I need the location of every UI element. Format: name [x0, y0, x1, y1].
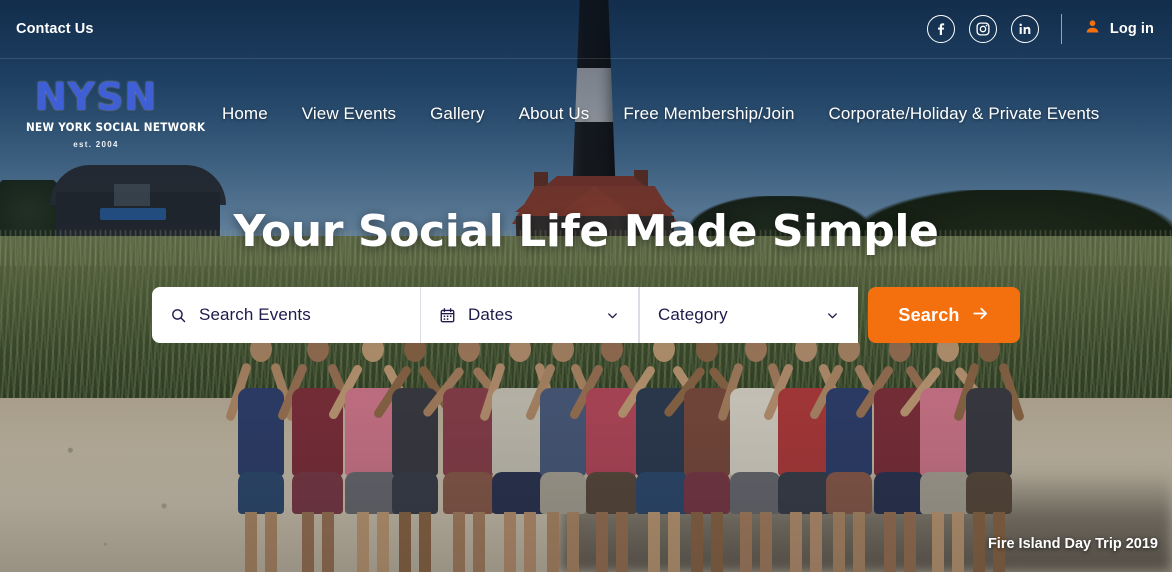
nav-item-corporate-holiday-private-events[interactable]: Corporate/Holiday & Private Events — [829, 104, 1100, 124]
arrow-right-icon — [971, 304, 990, 326]
top-bar-divider — [1060, 14, 1062, 44]
homepage-hero: Contact Us Log in NYSN NEW YORK SOCIAL N… — [0, 0, 1172, 572]
logo-established: est. 2004 — [73, 139, 119, 149]
linkedin-icon[interactable] — [1010, 15, 1039, 43]
calendar-icon — [439, 307, 456, 324]
nav-item-home[interactable]: Home — [222, 104, 268, 124]
dates-label: Dates — [468, 305, 513, 324]
logo-acronym: NYSN — [34, 75, 158, 120]
search-icon — [170, 307, 187, 324]
site-logo[interactable]: NYSN NEW YORK SOCIAL NETWORK est. 2004 — [26, 75, 206, 149]
contact-us-link[interactable]: Contact Us — [16, 21, 94, 37]
nav-item-view-events[interactable]: View Events — [302, 104, 396, 124]
category-label: Category — [658, 305, 728, 324]
instagram-icon[interactable] — [968, 15, 997, 43]
search-button[interactable]: Search — [868, 287, 1020, 343]
top-utility-bar: Contact Us Log in — [0, 0, 1172, 59]
logo-fullname: NEW YORK SOCIAL NETWORK — [26, 119, 206, 134]
user-icon — [1084, 18, 1101, 40]
chevron-down-icon — [605, 308, 620, 323]
search-input-placeholder: Search Events — [199, 305, 311, 324]
category-dropdown[interactable]: Category — [640, 287, 858, 343]
main-navigation-bar: NYSN NEW YORK SOCIAL NETWORK est. 2004 H… — [0, 59, 1172, 169]
nav-links: Home View Events Gallery About Us Free Membe… — [222, 104, 1099, 124]
login-button[interactable]: Log in — [1084, 18, 1154, 40]
login-label: Log in — [1109, 21, 1154, 37]
nav-item-about-us[interactable]: About Us — [519, 104, 590, 124]
search-button-label: Search — [898, 304, 960, 325]
facebook-icon[interactable] — [926, 15, 955, 43]
event-search-bar: Search Events Dates Category Search — [152, 287, 1020, 343]
chevron-down-icon — [825, 308, 840, 323]
photo-caption: Fire Island Day Trip 2019 — [987, 536, 1158, 552]
search-input[interactable]: Search Events — [152, 287, 420, 343]
top-bar-right-group: Log in — [926, 14, 1154, 44]
nav-item-free-membership-join[interactable]: Free Membership/Join — [623, 104, 794, 124]
nav-item-gallery[interactable]: Gallery — [430, 104, 485, 124]
hero-headline: Your Social Life Made Simple — [233, 206, 939, 257]
dates-dropdown[interactable]: Dates — [421, 287, 639, 343]
